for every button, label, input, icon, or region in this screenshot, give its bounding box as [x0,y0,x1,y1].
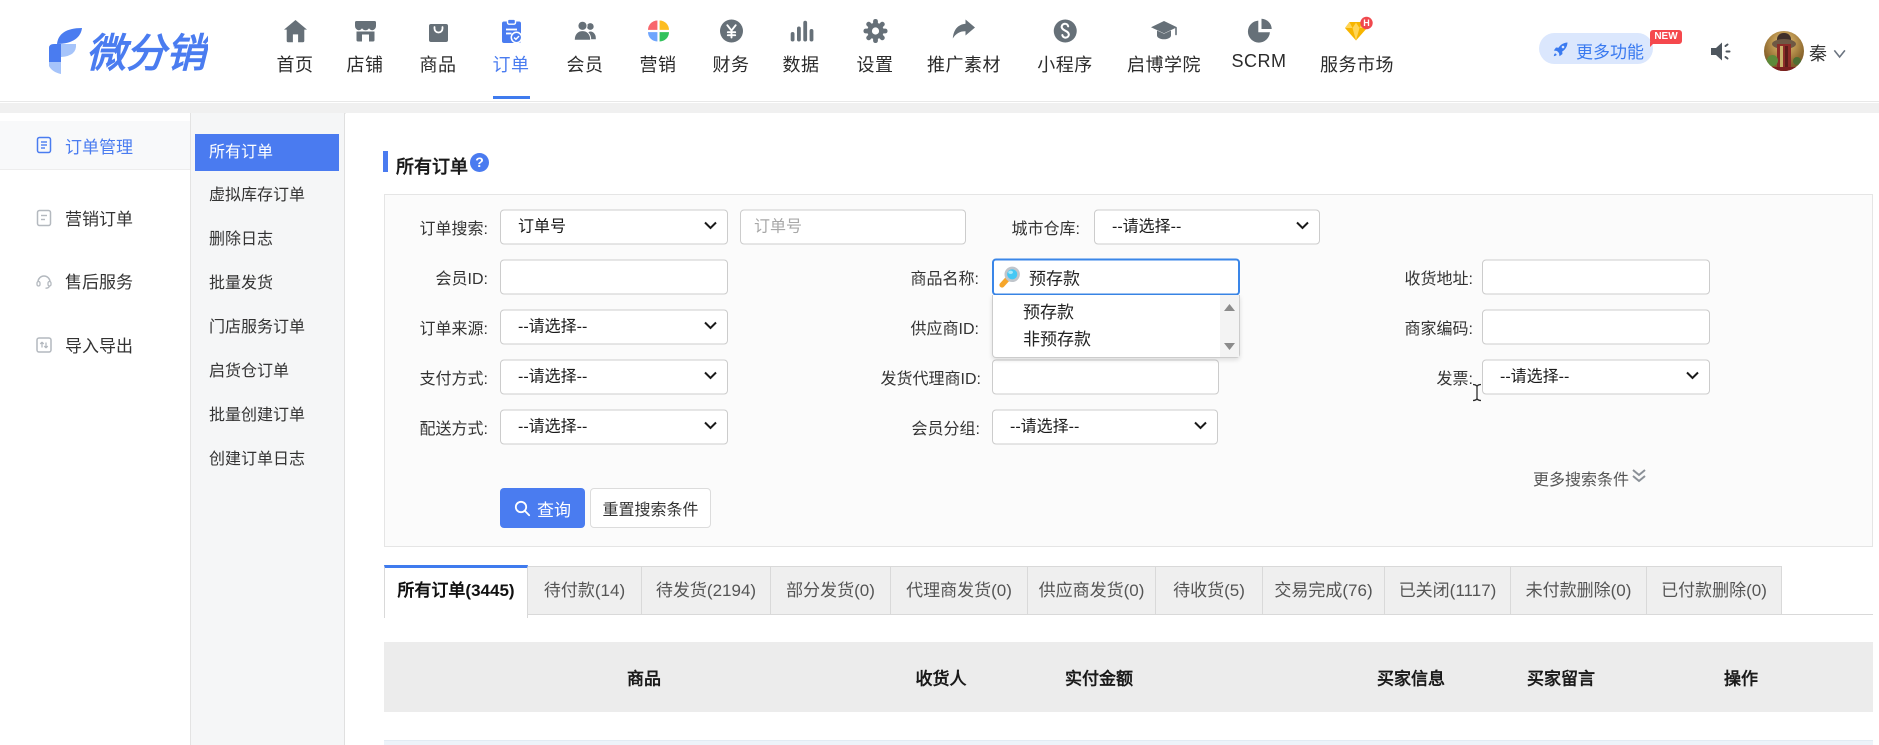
svg-text:微分销: 微分销 [86,32,208,76]
svg-text:H: H [1363,18,1370,28]
